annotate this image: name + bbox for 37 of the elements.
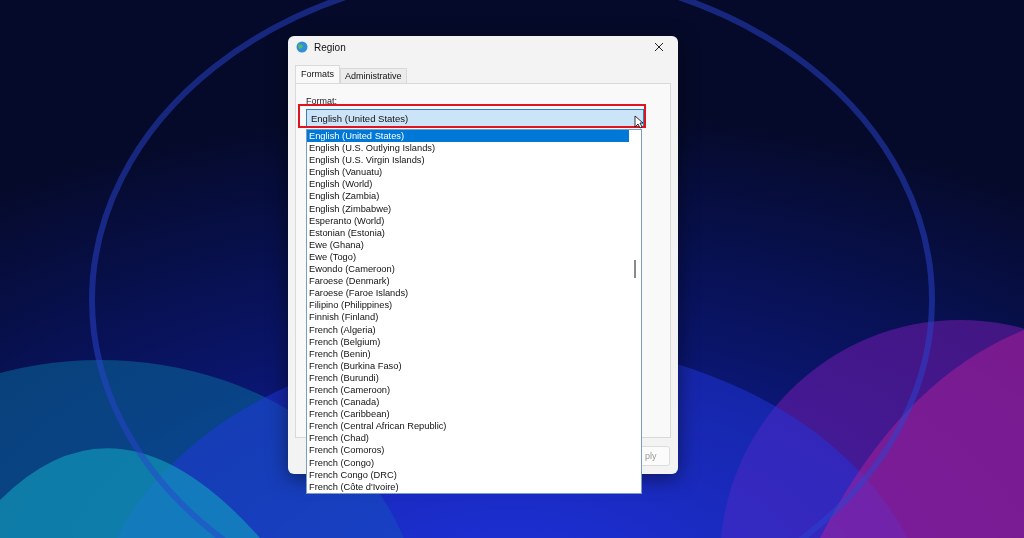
dropdown-option[interactable]: English (Vanuatu) — [307, 166, 629, 179]
close-icon — [654, 42, 664, 53]
format-label: Format: — [306, 95, 338, 106]
dropdown-option[interactable]: Faroese (Denmark) — [307, 275, 629, 288]
dropdown-option[interactable]: English (U.S. Outlying Islands) — [307, 142, 629, 155]
dropdown-option[interactable]: French Congo (DRC) — [307, 468, 629, 481]
dropdown-option[interactable]: French (Congo) — [307, 456, 629, 469]
dropdown-option[interactable]: French (Burkina Faso) — [307, 359, 629, 372]
dropdown-option[interactable]: French (Chad) — [307, 432, 629, 445]
dropdown-option[interactable]: Faroese (Faroe Islands) — [307, 287, 629, 300]
dropdown-option[interactable]: English (Zambia) — [307, 190, 629, 203]
dropdown-option[interactable]: English (United States) — [307, 130, 629, 143]
dropdown-option[interactable]: French (Central African Republic) — [307, 420, 629, 433]
dropdown-option[interactable]: French (Côte d'Ivoire) — [307, 480, 629, 493]
dropdown-option[interactable]: English (U.S. Virgin Islands) — [307, 154, 629, 167]
dropdown-option[interactable]: Estonian (Estonia) — [307, 226, 629, 239]
dropdown-option[interactable]: French (Burundi) — [307, 371, 629, 384]
dropdown-option[interactable]: French (Benin) — [307, 347, 629, 360]
dropdown-option[interactable]: Ewe (Togo) — [307, 250, 629, 264]
dropdown-option[interactable]: Ewe (Ghana) — [307, 238, 629, 251]
dropdown-option[interactable]: French (Comoros) — [307, 444, 629, 457]
tab[interactable]: Administrative — [340, 67, 407, 83]
dropdown-option[interactable]: French (Cameroon) — [307, 383, 629, 397]
dropdown-option[interactable]: French (Canada) — [307, 396, 629, 409]
dropdown-option[interactable]: Filipino (Philippines) — [307, 299, 629, 312]
dropdown-option[interactable]: Ewondo (Cameroon) — [307, 263, 629, 276]
dropdown-option[interactable]: Esperanto (World) — [307, 214, 629, 227]
globe-icon — [296, 41, 308, 54]
dropdown-option[interactable]: English (Zimbabwe) — [307, 202, 629, 215]
scrollbar-thumb[interactable] — [634, 260, 636, 278]
dropdown-option[interactable]: French (Caribbean) — [307, 408, 629, 421]
tab[interactable]: Formats — [295, 64, 340, 83]
window-title: Region — [314, 41, 347, 53]
dropdown-option[interactable]: French (Algeria) — [307, 323, 629, 336]
dropdown-option[interactable]: English (World) — [307, 178, 629, 191]
dropdown-option[interactable]: French (Belgium) — [307, 335, 629, 348]
dropdown-option[interactable]: Finnish (Finland) — [307, 311, 629, 324]
